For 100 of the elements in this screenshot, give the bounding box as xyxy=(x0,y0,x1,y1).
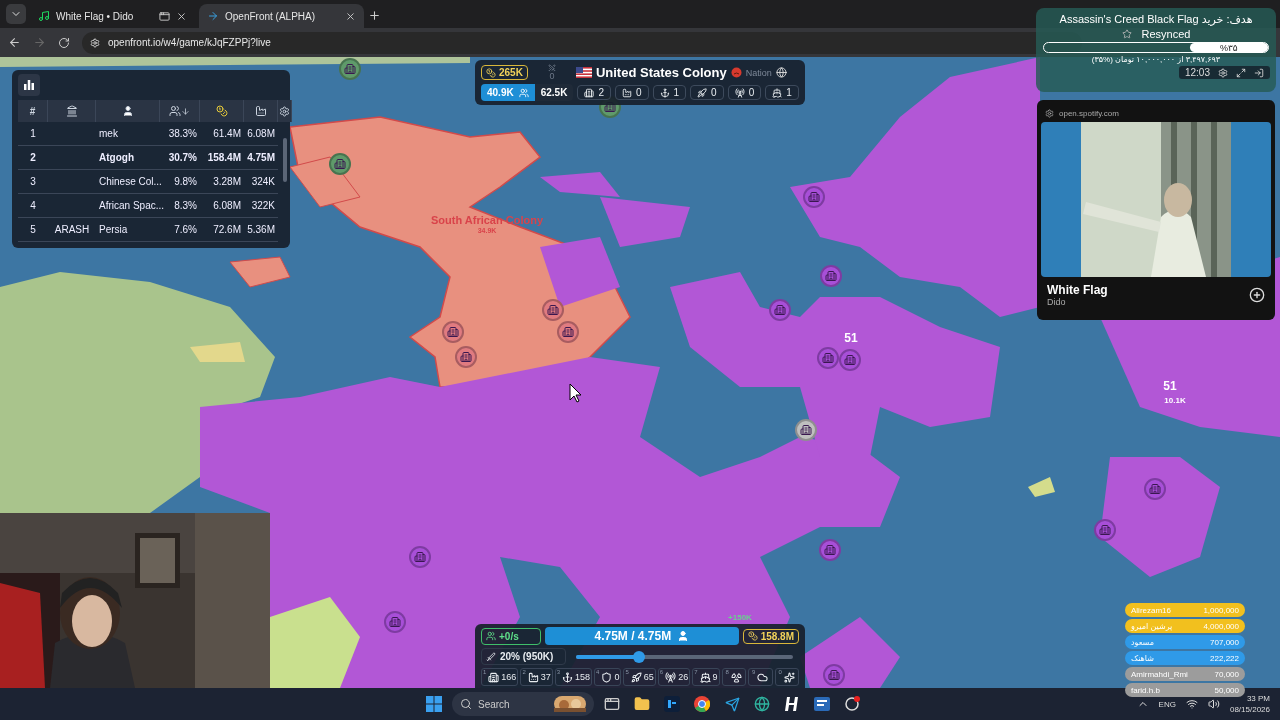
search-field[interactable]: Search xyxy=(452,692,594,716)
coin-header-icon[interactable] xyxy=(215,105,228,117)
site-icon xyxy=(1045,108,1054,118)
donation-percent: %۳۵ xyxy=(1219,42,1238,53)
building-icon xyxy=(774,304,786,316)
table-cell: ARASH xyxy=(48,218,96,242)
new-tab-button[interactable] xyxy=(368,9,381,22)
app-logo-icon xyxy=(814,697,830,711)
sync-status: Resynced xyxy=(1141,28,1191,40)
back-button[interactable] xyxy=(8,36,21,49)
table-cell: 322K xyxy=(244,194,278,218)
building-icon xyxy=(822,352,834,364)
cloud-icon xyxy=(757,671,769,683)
tab-title: White Flag • Dido xyxy=(56,10,135,22)
close-tab-button[interactable] xyxy=(176,10,187,22)
shield-icon xyxy=(601,671,613,683)
building-icon xyxy=(460,351,472,363)
building-icon xyxy=(562,326,574,338)
troop-label: 10.1K xyxy=(1164,396,1186,405)
scrollbar-thumb[interactable] xyxy=(283,138,287,182)
app-logo-icon xyxy=(664,696,680,712)
slider-thumb[interactable] xyxy=(632,650,645,663)
table-cell: 9.8% xyxy=(160,170,200,194)
reload-button[interactable] xyxy=(58,36,70,49)
donor-amount: 1,000,000 xyxy=(1203,605,1239,615)
building-icon xyxy=(547,304,559,316)
bar-chart-icon xyxy=(23,79,35,91)
clan-header-icon[interactable] xyxy=(65,105,78,117)
troop-count: 4.75M / 4.75M xyxy=(594,629,672,643)
close-tab-button[interactable] xyxy=(345,10,356,22)
leaderboard-row[interactable]: 5 xyxy=(18,218,48,242)
building-icon xyxy=(447,326,459,338)
language-indicator[interactable]: ENG xyxy=(1158,699,1176,709)
rocket-icon xyxy=(630,671,642,683)
building-icon xyxy=(808,191,820,203)
forward-arrow-icon xyxy=(33,36,46,49)
table-cell: 5.36M xyxy=(244,218,278,242)
building-icon xyxy=(844,354,856,366)
building-count: 1 xyxy=(765,85,799,100)
table-cell: Chinese Col... xyxy=(96,170,160,194)
soldier-icon xyxy=(677,630,690,642)
table-cell: 4.75M xyxy=(244,146,278,170)
artist-name[interactable]: Dido xyxy=(1047,297,1108,307)
donor-amount: 707,000 xyxy=(1210,637,1239,647)
song-title: White Flag xyxy=(1047,283,1108,297)
unit-count-label: 51 xyxy=(1163,379,1177,393)
donor-name: پرشین امیرو xyxy=(1131,621,1173,631)
table-cell: 6.08M xyxy=(200,194,244,218)
table-cell: 38.3% xyxy=(160,122,200,146)
table-cell: Persia xyxy=(96,218,160,242)
exit-icon[interactable] xyxy=(1254,67,1264,78)
stats-button[interactable] xyxy=(18,74,40,96)
donation-amount: ۳,۴۹۷,۶۹۳ از ۱۰,۰۰۰,۰۰۰ تومان (%۳۵) xyxy=(1091,55,1221,64)
building-icon xyxy=(825,270,837,282)
rocket-icon xyxy=(697,87,708,98)
unit-count-label: 51 xyxy=(844,331,858,345)
settings-icon[interactable] xyxy=(1218,67,1228,78)
leaderboard-row[interactable]: 3 xyxy=(18,170,48,194)
land-header-icon[interactable] xyxy=(169,105,181,117)
add-icon[interactable] xyxy=(1249,287,1265,303)
coin-icon xyxy=(486,67,496,78)
building-icon xyxy=(414,551,426,563)
app-logo-icon xyxy=(785,696,799,712)
globe-icon[interactable] xyxy=(775,67,787,78)
site-settings-icon[interactable] xyxy=(90,37,100,48)
wifi-icon[interactable] xyxy=(1185,698,1198,710)
expand-icon[interactable] xyxy=(1236,67,1246,78)
radiation-icon xyxy=(730,671,742,683)
troops-icon xyxy=(518,87,529,98)
paper-plane-icon xyxy=(724,696,740,712)
picture-in-picture-icon[interactable] xyxy=(159,10,170,22)
building-icon xyxy=(824,544,836,556)
table-cell: Atgogh xyxy=(96,146,160,170)
tower-icon xyxy=(665,671,677,683)
ship-icon xyxy=(699,671,711,683)
window-icon xyxy=(604,696,620,712)
attack-ratio: 20% (950K) xyxy=(481,648,566,665)
volume-icon[interactable] xyxy=(1207,698,1220,710)
donor-amount: 4,000,000 xyxy=(1203,621,1239,631)
troops-icon xyxy=(486,631,496,641)
troop-rate: +0/s xyxy=(481,627,541,645)
factory-icon xyxy=(621,87,632,98)
leaderboard-row[interactable]: 2 xyxy=(18,146,48,170)
star-icon[interactable] xyxy=(1121,29,1132,39)
leaderboard-row[interactable]: 4 xyxy=(18,194,48,218)
table-cell: 61.4M xyxy=(200,122,244,146)
donor-name: farid.h.b xyxy=(1131,685,1160,695)
settings-icon[interactable] xyxy=(279,105,290,117)
player-header-icon[interactable] xyxy=(121,105,134,117)
donor-name: Alirezam16 xyxy=(1131,605,1171,615)
browser-tab[interactable]: White Flag • Dido xyxy=(30,4,195,28)
troops-header-icon[interactable] xyxy=(254,105,267,117)
clock[interactable]: 33 PM 08/15/2026 xyxy=(1229,693,1270,715)
building-count: 0 xyxy=(614,85,649,100)
browser-tab[interactable]: OpenFront (ALPHA) xyxy=(199,4,364,28)
tab-menu-button[interactable] xyxy=(6,4,26,24)
leaderboard-row[interactable]: 1 xyxy=(18,122,48,146)
donor-amount: 222,222 xyxy=(1210,653,1239,663)
rank-header[interactable]: # xyxy=(29,105,36,117)
globe-icon xyxy=(754,696,770,712)
